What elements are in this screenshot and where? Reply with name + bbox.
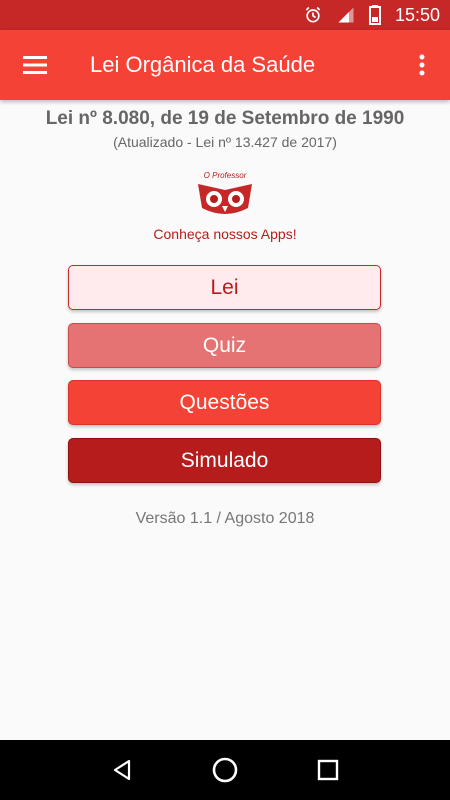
battery-icon [368,5,381,25]
law-title: Lei nº 8.080, de 19 de Setembro de 1990 [45,108,405,129]
apps-promo-link[interactable]: Conheça nossos Apps! [0,226,450,242]
lei-button[interactable]: Lei [68,265,381,310]
status-bar: 15:50 [0,0,450,30]
main-content: Lei nº 8.080, de 19 de Setembro de 1990 … [0,100,450,740]
alarm-icon [303,5,323,25]
app-bar: Lei Orgânica da Saúde [0,30,450,100]
signal-icon [337,6,355,24]
quiz-button[interactable]: Quiz [68,323,381,368]
more-vertical-icon[interactable] [394,30,450,100]
questoes-button[interactable]: Questões [68,380,381,425]
app-title: Lei Orgânica da Saúde [90,52,316,77]
simulado-button[interactable]: Simulado [68,438,381,483]
recents-icon[interactable] [303,745,353,795]
professor-owl-logo[interactable]: O Professor [190,168,260,224]
svg-text:O Professor: O Professor [204,171,247,180]
status-time: 15:50 [394,4,440,25]
back-icon[interactable] [97,745,147,795]
version-label: Versão 1.1 / Agosto 2018 [135,510,315,527]
navigation-bar [0,740,450,800]
law-subtitle: (Atualizado - Lei nº 13.427 de 2017) [113,134,337,150]
hamburger-menu-icon[interactable] [0,30,70,100]
home-icon[interactable] [200,745,250,795]
